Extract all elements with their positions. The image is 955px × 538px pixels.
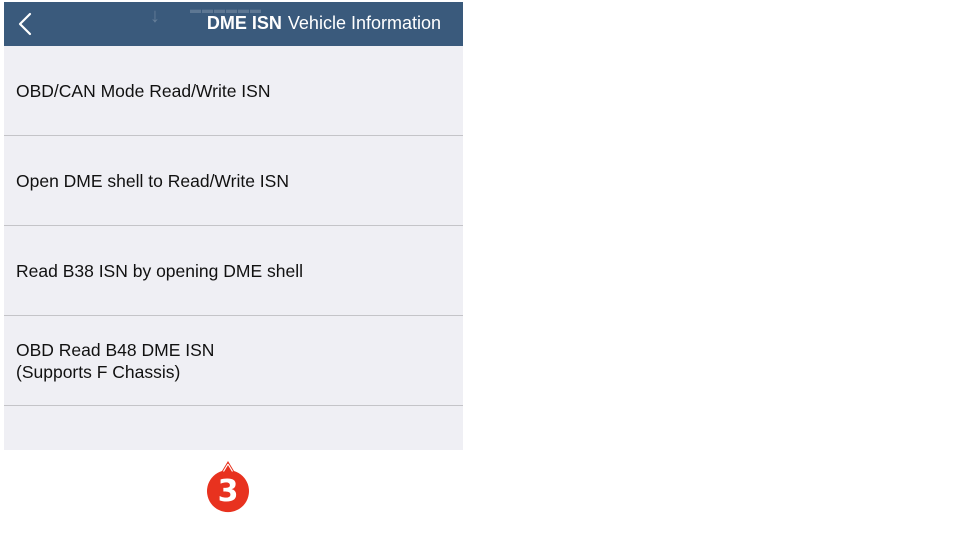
menu-item-label: Open DME shell to Read/Write ISN (16, 170, 289, 191)
menu-item-obd-can-read-write-isn[interactable]: OBD/CAN Mode Read/Write ISN (4, 46, 463, 136)
step-number-badge: 3 (205, 459, 251, 517)
faded-arrow-down-icon: ↓ (150, 5, 160, 27)
page-title-sub: Vehicle Information (287, 13, 441, 33)
menu-item-label: OBD/CAN Mode Read/Write ISN (16, 80, 271, 101)
step-number: 3 (217, 474, 239, 509)
menu-item-label: Read B38 ISN by opening DME shell (16, 260, 303, 281)
menu-item-label: OBD Read B48 DME ISN (Supports F Chassis… (16, 339, 215, 382)
menu-item-obd-read-b48-dme-isn[interactable]: OBD Read B48 DME ISN (Supports F Chassis… (4, 316, 463, 406)
menu-item-read-b38-isn[interactable]: Read B38 ISN by opening DME shell (4, 226, 463, 316)
page-title: DME ISN Vehicle Information (207, 12, 441, 34)
menu-list: OBD/CAN Mode Read/Write ISN Open DME she… (4, 46, 463, 406)
page-title-strong: DME ISN (206, 13, 282, 33)
nav-bar: ↓ ▬▬▬▬▬▬ DME ISN Vehicle Information (4, 2, 463, 46)
back-button[interactable] (10, 8, 42, 40)
menu-item-open-dme-shell-read-write-isn[interactable]: Open DME shell to Read/Write ISN (4, 136, 463, 226)
app-screen: ↓ ▬▬▬▬▬▬ DME ISN Vehicle Information OBD/… (4, 2, 463, 450)
chevron-left-icon (18, 12, 32, 36)
